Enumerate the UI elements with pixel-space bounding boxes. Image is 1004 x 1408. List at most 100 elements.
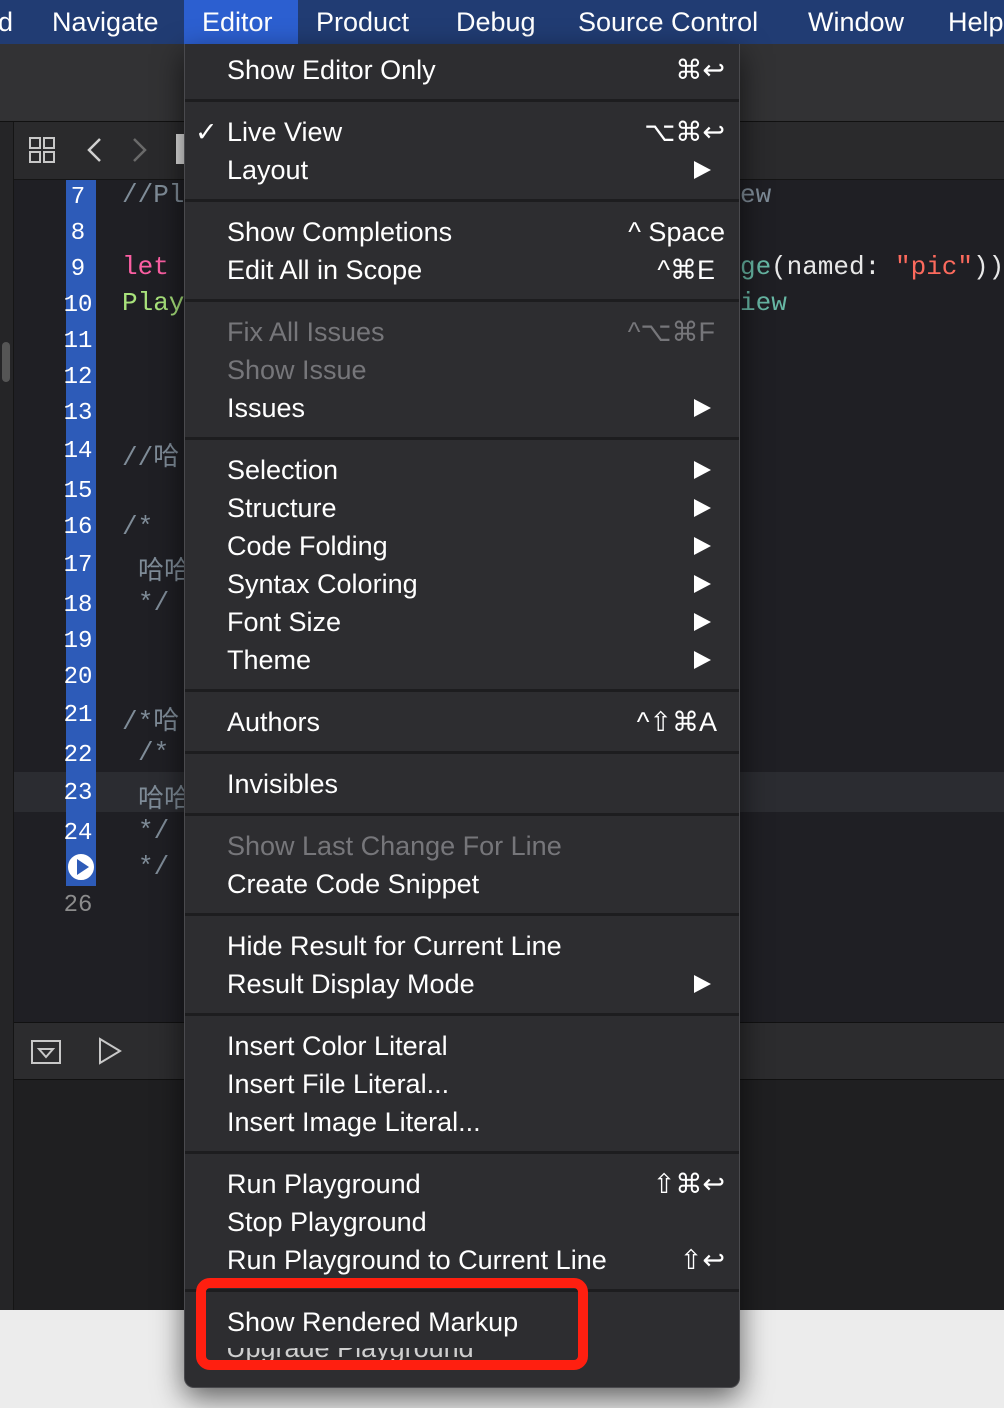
line-number: 19 [63, 628, 93, 655]
line-number: 26 [63, 892, 93, 919]
line-number: 12 [63, 364, 93, 391]
submenu-arrow-icon [694, 537, 711, 555]
menu-item-label: Result Display Mode [227, 969, 475, 999]
menu-separator [185, 437, 739, 440]
menu-item-label: Show Issue [227, 355, 367, 385]
line-number: 7 [70, 184, 86, 211]
menu-bar-item-partial[interactable]: d [0, 0, 13, 44]
menu-item-run-to-current-line[interactable]: Run Playground to Current Line ⇧↩ [185, 1241, 739, 1279]
menu-bar-item-source-control[interactable]: Source Control [578, 0, 758, 44]
menu-item-layout[interactable]: Layout [185, 151, 739, 189]
menu-item-label: Run Playground [227, 1169, 421, 1199]
menu-bar-item-debug[interactable]: Debug [456, 0, 536, 44]
menu-item-shortcut: ^⌥⌘F [627, 317, 715, 347]
code-fragment: (named: [771, 252, 896, 282]
menu-item-structure[interactable]: Structure [185, 489, 739, 527]
hide-debug-area-icon[interactable] [30, 1038, 62, 1066]
line-number: 22 [63, 742, 93, 769]
menu-item-theme[interactable]: Theme [185, 641, 739, 679]
submenu-arrow-icon [694, 975, 711, 993]
menu-item-insert-file-literal[interactable]: Insert File Literal... [185, 1065, 739, 1103]
menu-item-code-folding[interactable]: Code Folding [185, 527, 739, 565]
menu-item-insert-image-literal[interactable]: Insert Image Literal... [185, 1103, 739, 1141]
menu-item-authors[interactable]: Authors ^⇧⌘A [185, 703, 739, 741]
line-number: 14 [63, 438, 93, 465]
menu-item-shortcut: ^ Space [628, 217, 725, 247]
file-icon [176, 134, 184, 164]
menu-item-stop-playground[interactable]: Stop Playground [185, 1203, 739, 1241]
code-string: "pic" [895, 252, 974, 282]
code-fragment: ew [740, 180, 772, 210]
menu-item-shortcut: ^⇧⌘A [636, 707, 717, 737]
menu-item-result-display-mode[interactable]: Result Display Mode [185, 965, 739, 1003]
submenu-arrow-icon [694, 161, 711, 179]
menu-item-edit-all-in-scope[interactable]: Edit All in Scope ^⌘E [185, 251, 739, 289]
code-line: 哈哈 [138, 557, 191, 587]
menu-item-label: Selection [227, 455, 339, 485]
play-icon[interactable] [96, 1036, 124, 1066]
forward-chevron-icon[interactable] [128, 136, 150, 164]
code-line: 哈哈 [138, 785, 191, 815]
line-number: 13 [63, 400, 93, 427]
menu-item-label: Show Completions [227, 217, 453, 247]
menu-separator [185, 1151, 739, 1154]
menu-item-label: Stop Playground [227, 1207, 427, 1237]
line-number: 21 [63, 702, 93, 729]
menu-item-label: Insert File Literal... [227, 1069, 450, 1099]
menu-item-label: Create Code Snippet [227, 869, 480, 899]
menu-item-hide-result[interactable]: Hide Result for Current Line [185, 927, 739, 965]
menu-item-label: Layout [227, 155, 309, 185]
menu-item-shortcut: ⇧⌘↩ [652, 1169, 725, 1199]
menu-item-run-playground[interactable]: Run Playground ⇧⌘↩ [185, 1165, 739, 1203]
menu-item-syntax-coloring[interactable]: Syntax Coloring [185, 565, 739, 603]
code-fragment: )) [973, 252, 1004, 282]
menu-item-live-view[interactable]: ✓ Live View ⌥⌘↩ [185, 113, 739, 151]
menu-item-show-completions[interactable]: Show Completions ^ Space [185, 213, 739, 251]
menu-item-show-editor-only[interactable]: Show Editor Only ⌘↩ [185, 51, 739, 89]
menu-item-label: Syntax Coloring [227, 569, 418, 599]
run-to-line-icon[interactable] [66, 852, 96, 882]
line-number: 16 [63, 514, 93, 541]
submenu-arrow-icon [694, 461, 711, 479]
code-line: /* [138, 738, 170, 768]
menu-item-label: Authors [227, 707, 321, 737]
code-line: /*哈 [122, 707, 180, 737]
menu-item-label: Show Last Change For Line [227, 831, 562, 861]
scroll-thumb[interactable] [2, 342, 10, 382]
menu-item-show-issue: Show Issue [185, 351, 739, 389]
menu-item-insert-color-literal[interactable]: Insert Color Literal [185, 1027, 739, 1065]
menu-item-label: Font Size [227, 607, 342, 637]
menu-bar-item-editor[interactable]: Editor [184, 0, 298, 44]
menu-item-label: Run Playground to Current Line [227, 1245, 607, 1275]
editor-menu: Show Editor Only ⌘↩ ✓ Live View ⌥⌘↩ Layo… [184, 44, 740, 1388]
menu-bar-item-navigate[interactable]: Navigate [52, 0, 159, 44]
menu-bar-item-help[interactable]: Help [948, 0, 1004, 44]
menu-bar-item-product[interactable]: Product [316, 0, 409, 44]
menu-item-label: Hide Result for Current Line [227, 931, 562, 961]
code-line: */ [138, 588, 170, 618]
menu-item-label: Fix All Issues [227, 317, 385, 347]
menu-separator [185, 199, 739, 202]
menu-item-invisibles[interactable]: Invisibles [185, 765, 739, 803]
menu-separator [185, 813, 739, 816]
line-number: 9 [70, 256, 86, 283]
menu-item-issues[interactable]: Issues [185, 389, 739, 427]
code-fragment: iew [740, 288, 787, 318]
code-line: */ [138, 816, 170, 846]
line-number: 11 [63, 328, 93, 355]
submenu-arrow-icon [694, 499, 711, 517]
submenu-arrow-icon [694, 575, 711, 593]
menu-bar-item-window[interactable]: Window [808, 0, 904, 44]
menu-item-font-size[interactable]: Font Size [185, 603, 739, 641]
menu-bar: d Navigate Editor Product Debug Source C… [0, 0, 1004, 44]
related-items-grid-icon[interactable] [28, 136, 56, 164]
menu-item-selection[interactable]: Selection [185, 451, 739, 489]
menu-item-label: Insert Color Literal [227, 1031, 448, 1061]
back-chevron-icon[interactable] [84, 136, 106, 164]
menu-separator [185, 99, 739, 102]
line-number: 10 [63, 292, 93, 319]
menu-item-label: Show Editor Only [227, 55, 436, 85]
menu-item-label: Invisibles [227, 769, 339, 799]
submenu-arrow-icon [694, 399, 711, 417]
menu-item-create-code-snippet[interactable]: Create Code Snippet [185, 865, 739, 903]
